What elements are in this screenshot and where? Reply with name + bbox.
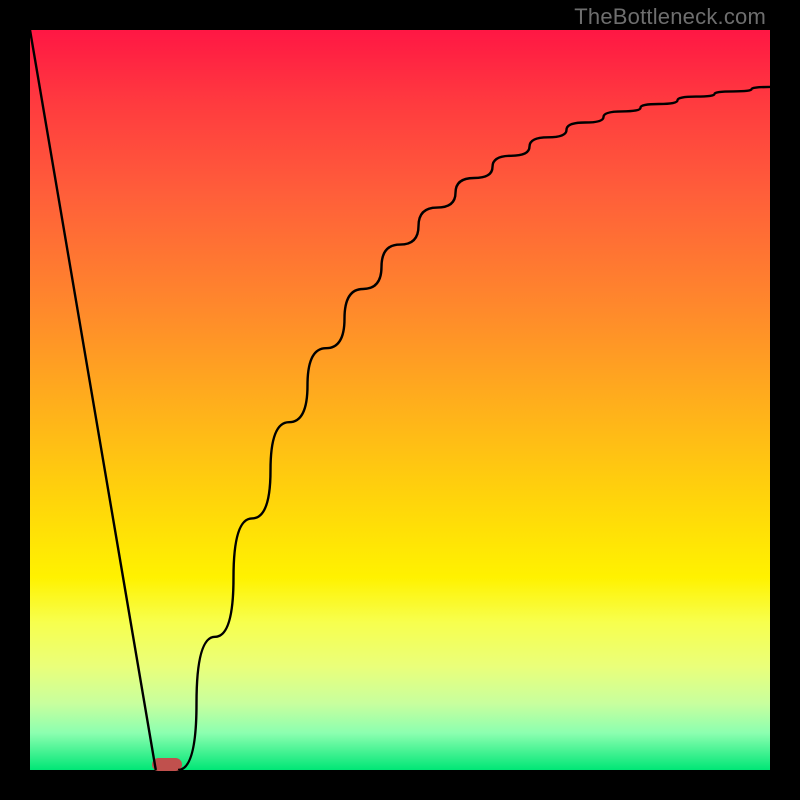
left-ramp-path (30, 30, 156, 770)
chart-frame: TheBottleneck.com (0, 0, 800, 800)
right-curve-path (178, 87, 770, 770)
curve-svg (30, 30, 770, 770)
plot-area (30, 30, 770, 770)
watermark-text: TheBottleneck.com (574, 4, 766, 30)
